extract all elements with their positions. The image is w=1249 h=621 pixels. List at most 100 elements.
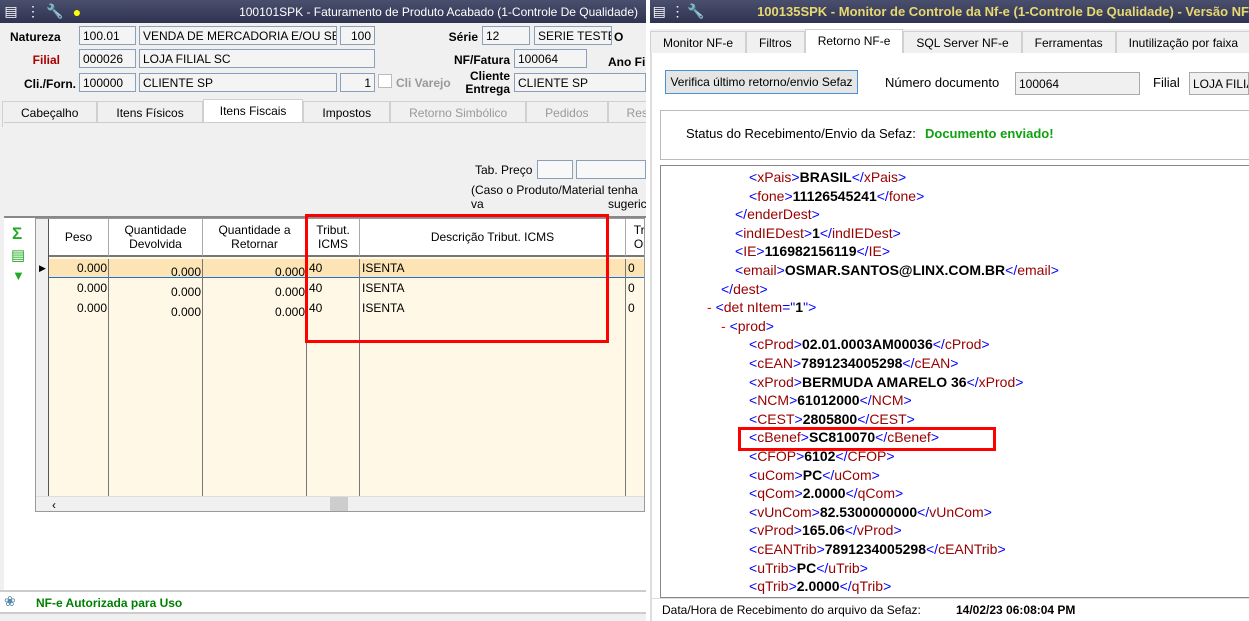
grid-cell[interactable]: 0.000 [49,281,109,295]
wrench-icon[interactable]: 🔧 [687,3,705,20]
tag-value: 7891234005298 [801,355,903,371]
cli-desc-input[interactable]: CLIENTE SP [139,73,337,92]
bracket: < [749,503,758,520]
ano-label: Ano Fi [608,55,646,69]
tag-name: qTrib [757,578,789,595]
bracket: < [749,187,758,204]
bracket: > [788,578,797,595]
cli-varejo-checkbox[interactable] [378,74,392,88]
serie-desc-input[interactable]: SERIE TESTE 01.1 [534,26,612,45]
xml-line: <xProd>BERMUDA AMARELO 36</xProd> [749,374,1023,390]
cliente-entrega-input[interactable]: CLIENTE SP [514,73,646,92]
column-header[interactable]: Quantidade a Retornar [203,219,307,257]
nfe-logo-icon: ❀ [4,593,16,609]
bracket: > [792,355,802,371]
xml-line: <cProd>02.01.0003AM00036</cProd> [749,336,990,352]
tag-name: cEAN [914,355,951,371]
lightbulb-icon[interactable]: ● [66,4,88,20]
filter-down-icon[interactable]: ▼ [12,268,25,283]
filial-label: Filial [32,53,60,67]
xml-line: <cEANTrib>7891234005298</cEANTrib> [749,541,1006,557]
bracket: > [808,299,817,316]
collapse-toggle[interactable]: - [721,318,730,334]
tag-name: vProd [856,522,894,539]
cli-num-input[interactable]: 1 [340,73,375,92]
tag-name: CEST [869,410,907,427]
serie-label: Série [448,30,478,44]
scroll-thumb[interactable] [330,497,348,511]
highlight-cbenef [738,427,996,451]
serie-code-input[interactable]: 12 [482,26,530,45]
bracket: > [794,466,803,483]
tag-name: email [743,262,777,278]
xml-viewer[interactable]: <xPais>BRASIL</xPais> <fone>11126545241</… [660,165,1249,598]
bracket: > [906,410,915,427]
grid-cell[interactable]: 0.000 [203,305,307,319]
natureza-code-input[interactable]: 100.01 [79,26,136,45]
bracket: > [765,317,774,334]
bracket: > [759,280,768,297]
grid-cell[interactable]: 0.000 [109,265,203,279]
xml-line: <CEST>2805800</CEST> [749,411,915,427]
faturamento-window: ▤ ⋮ 🔧 ● 100101SPK - Faturamento de Produ… [0,0,646,621]
scroll-left-icon[interactable]: ‹ [52,498,56,511]
export-icon[interactable]: ▤ [11,246,25,264]
grid-cell[interactable]: 0.000 [203,285,307,299]
bracket: </ [917,503,930,520]
grid-cell[interactable]: 0 [626,301,644,315]
natureza-num-input[interactable]: 100 [340,26,375,45]
tab-preco-desc-input[interactable] [576,160,646,179]
grid-cell[interactable]: 0 [626,281,644,295]
bracket: > [794,410,803,427]
filial-label: Filial [1153,75,1180,90]
bracket: > [997,541,1006,557]
bracket: =" [782,299,796,316]
filial-input[interactable]: LOJA FILIA [1189,72,1249,95]
status-label: Status do Recebimento/Envio da Sefaz: [686,126,916,141]
column-header[interactable]: Quantidade Devolvida [109,219,203,257]
tag-name: email [1017,262,1051,278]
bracket: > [811,206,820,223]
column-header[interactable]: Tri Or [626,219,644,257]
bracket: < [749,373,758,390]
collapse-toggle[interactable]: - [707,299,716,315]
bracket: > [981,336,990,353]
nf-fatura-label: NF/Fatura [453,53,510,67]
grid-cell[interactable]: 0.000 [109,305,203,319]
cli-code-input[interactable]: 100000 [79,73,136,92]
bracket: < [749,485,758,502]
grid-cell[interactable]: 0 [626,261,644,275]
numero-documento-input[interactable]: 100064 [1015,72,1140,95]
tab-retorno-nf-e[interactable]: Retorno NF-e [804,29,904,55]
grid-cell[interactable]: 0.000 [49,261,109,275]
tag-name: cProd [944,336,982,353]
menu-icon[interactable]: ▤ [650,3,668,20]
status-box: Status do Recebimento/Envio da Sefaz: Do… [660,110,1249,160]
bracket: </ [856,243,869,260]
grid-cell[interactable]: 0.000 [203,265,307,279]
tag-name: fone [888,187,917,204]
traffic-light-icon[interactable]: ⋮ [22,3,44,20]
horizontal-scrollbar[interactable]: ‹ [36,496,644,511]
wrench-icon[interactable]: 🔧 [44,3,66,20]
nf-fatura-input[interactable]: 100064 [514,49,587,68]
sum-icon[interactable]: Σ [12,224,22,244]
natureza-desc-input[interactable]: VENDA DE MERCADORIA E/OU SERVI [139,26,337,45]
bracket: </ [845,485,858,502]
filial-desc-input[interactable]: LOJA FILIAL SC [139,49,375,68]
bracket: </ [857,410,870,427]
grid-cell[interactable]: 0.000 [49,301,109,315]
tag-name: dest [733,280,760,297]
filial-code-input[interactable]: 000026 [79,49,136,68]
column-header[interactable]: Peso [49,219,109,257]
tag-value: 1 [812,224,820,241]
tab-preco-code-input[interactable] [537,160,573,179]
menu-icon[interactable]: ▤ [0,3,22,20]
grid-cell[interactable]: 0.000 [109,285,203,299]
verify-sefaz-button[interactable]: Verifica último retorno/envio Sefaz [665,70,858,94]
tag-name: xProd [757,373,794,390]
bracket: > [892,224,901,241]
tag-name: uCom [834,466,872,483]
tag-name: xPais [863,169,899,185]
traffic-light-icon[interactable]: ⋮ [668,3,686,20]
